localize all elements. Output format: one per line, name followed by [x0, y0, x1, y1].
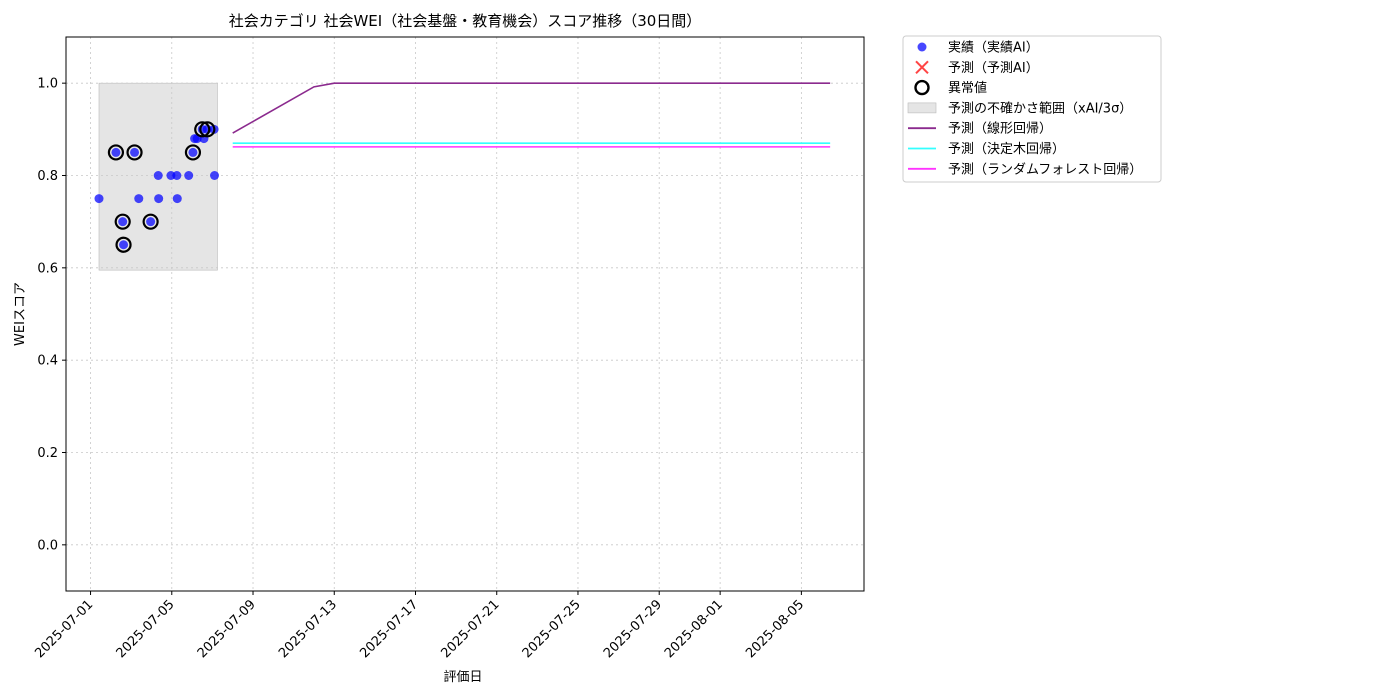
- data-point-7: [153, 171, 163, 180]
- x-tick-label-3: 2025-07-13: [276, 597, 340, 661]
- data-point-2: [118, 217, 128, 227]
- legend-label-6: 予測（ランダムフォレスト回帰）: [948, 161, 1142, 177]
- x-tick-label-4: 2025-07-17: [357, 597, 421, 661]
- data-point-3: [119, 240, 129, 250]
- forecast-line-0: [232, 82, 831, 134]
- chart-container: 社会カテゴリ 社会WEI（社会基盤・教育機会）スコア推移（30日間） 0.0 0.…: [0, 0, 1400, 700]
- data-point-6: [146, 217, 156, 227]
- y-tick-label-5: 1.0: [37, 77, 58, 92]
- x-tick-label-0: 2025-07-01: [32, 597, 96, 661]
- data-point-1: [111, 147, 121, 157]
- legend-label-4: 予測（線形回帰）: [948, 121, 1052, 137]
- y-tick-label-2: 0.4: [37, 354, 58, 369]
- x-tick-label-7: 2025-07-29: [601, 597, 665, 661]
- y-tick-label-3: 0.6: [37, 261, 58, 276]
- data-point-10: [172, 171, 182, 180]
- data-point-8: [154, 194, 164, 204]
- legend-label-3: 予測の不確かさ範囲（xAI/3σ）: [948, 100, 1132, 116]
- x-tick-label-1: 2025-07-05: [114, 597, 178, 661]
- legend-swatch-band: [907, 102, 937, 114]
- y-axis-title: WEIスコア: [13, 282, 28, 346]
- y-tick-label-4: 0.8: [37, 169, 58, 184]
- x-tick-label-2: 2025-07-09: [195, 597, 259, 661]
- legend-label-2: 異常値: [948, 80, 987, 96]
- data-point-4: [130, 147, 140, 157]
- legend-swatch-actual: [917, 42, 927, 52]
- legend-label-5: 予測（決定木回帰）: [948, 141, 1065, 157]
- x-tick-label-6: 2025-07-25: [520, 597, 584, 661]
- data-point-12: [184, 171, 194, 180]
- legend-label-0: 実績（実績AI）: [948, 40, 1039, 56]
- chart-svg: 社会カテゴリ 社会WEI（社会基盤・教育機会）スコア推移（30日間） 0.00.…: [13, 12, 1162, 685]
- legend: 実績（実績AI） 予測（予測AI） 異常値予測の不確かさ範囲（xAI/3σ） 予測（線…: [902, 35, 1162, 183]
- data-point-0: [94, 194, 104, 204]
- x-tick-label-5: 2025-07-21: [439, 597, 503, 661]
- x-tick-label-8: 2025-08-01: [662, 597, 726, 661]
- x-axis-title: 評価日: [443, 670, 482, 685]
- data-point-13: [188, 147, 198, 157]
- data-point-11: [172, 194, 182, 204]
- data-point-20: [210, 171, 220, 180]
- y-tick-label-1: 0.2: [37, 446, 58, 461]
- data-point-5: [134, 194, 144, 204]
- chart-title: 社会カテゴリ 社会WEI（社会基盤・教育機会）スコア推移（30日間）: [229, 12, 702, 30]
- x-tick-label-9: 2025-08-05: [743, 597, 807, 661]
- y-tick-label-0: 0.0: [37, 538, 58, 553]
- legend-label-1: 予測（予測AI）: [948, 61, 1039, 76]
- plot-area: 0.0 0.2 0.4 0.6 0.8 1.0 2025-07-01 2025-07-05 20…: [32, 36, 865, 661]
